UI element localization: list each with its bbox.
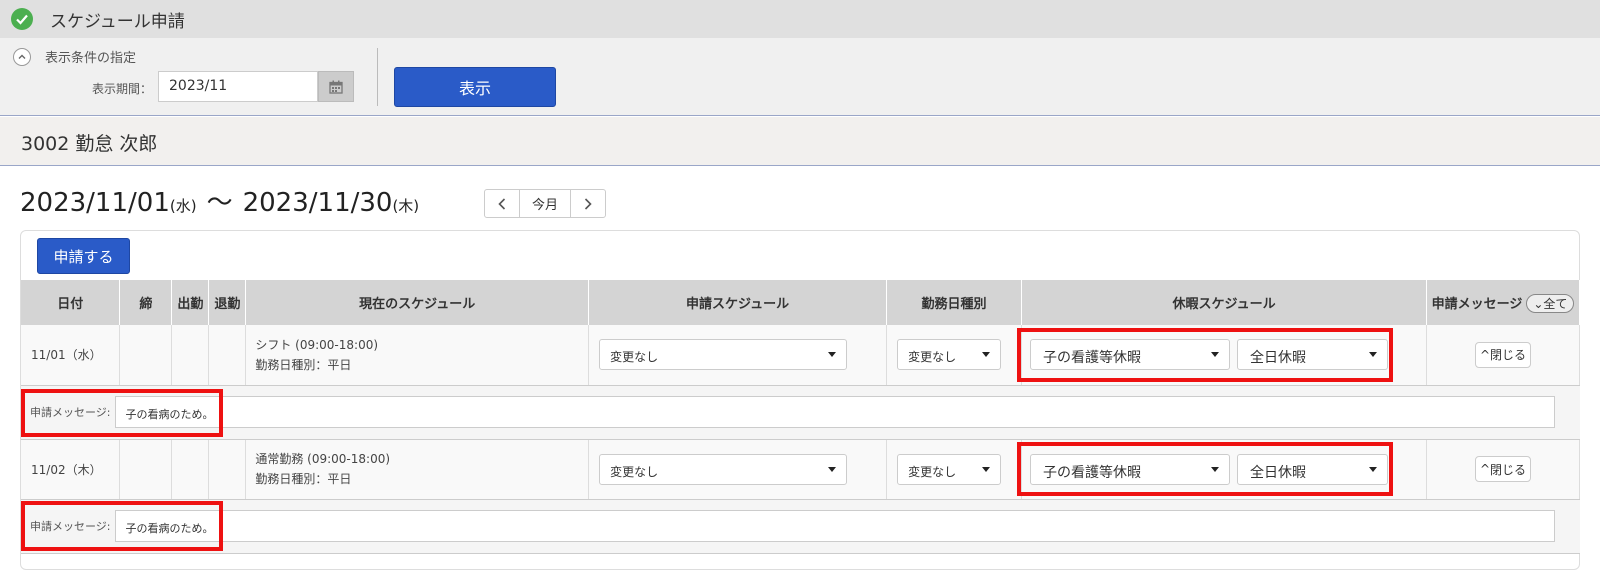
daytype-value: 変更なし: [908, 350, 957, 365]
highlight-box: [21, 501, 223, 551]
range-end: 2023/11/30: [242, 188, 393, 218]
calendar-button[interactable]: [318, 71, 354, 102]
chevron-up-icon: ^: [1479, 347, 1491, 362]
close-message-button[interactable]: ^ 閉じる: [1475, 341, 1531, 368]
col-in: 出勤: [171, 280, 210, 325]
close-message-button[interactable]: ^ 閉じる: [1475, 456, 1531, 482]
current-month-button[interactable]: 今月: [519, 190, 571, 217]
requested-schedule-select[interactable]: 変更なし: [599, 339, 848, 371]
current-daytype: 勤務日種別：平日: [255, 357, 352, 372]
check-circle-icon: [11, 8, 33, 30]
highlight-box: [21, 389, 223, 437]
show-button[interactable]: 表示: [394, 67, 556, 107]
message-row-cell: 申請メッセージ: 子の看病のため。: [21, 499, 1580, 554]
message-input[interactable]: 子の看病のため。: [114, 396, 1555, 428]
chevron-up-icon: ^: [1479, 462, 1491, 476]
message-row: 申請メッセージ: 子の看病のため。: [21, 499, 1580, 554]
requested-cell: 変更なし: [588, 439, 888, 500]
col-date: 日付: [21, 280, 121, 325]
requested-schedule-select[interactable]: 変更なし: [599, 453, 848, 485]
row-close: [119, 439, 173, 500]
message-cell: ^ 閉じる: [1426, 325, 1580, 386]
message-row: 申請メッセージ: 子の看病のため。: [21, 385, 1580, 440]
month-nav: 今月: [484, 189, 606, 218]
range-start: 2023/11/01: [20, 188, 170, 218]
highlight-box: [1017, 442, 1393, 496]
row-date: 11/01（水）: [21, 325, 121, 386]
prev-month-button[interactable]: [485, 190, 519, 217]
message-cell: ^ 閉じる: [1426, 439, 1580, 500]
filter-section-label[interactable]: 表示条件の指定: [45, 47, 136, 66]
row-out: [208, 439, 247, 500]
highlight-box: [1017, 328, 1393, 382]
schedule-table: 日付 締 出勤 退勤 現在のスケジュール 申請スケジュール 勤務日種別 休暇スケ…: [21, 280, 1580, 554]
title-bar: スケジュール申請: [0, 0, 1600, 38]
daytype-cell: 変更なし: [886, 325, 1023, 386]
apply-button[interactable]: 申請する: [37, 238, 130, 274]
requested-schedule-value: 変更なし: [610, 464, 659, 479]
chevron-up-icon[interactable]: [13, 48, 31, 66]
chevron-left-icon: [498, 197, 506, 210]
caret-down-icon: [828, 466, 837, 472]
current-shift: 通常勤務 (09:00-18:00): [255, 452, 391, 466]
close-message-label: 閉じる: [1490, 462, 1527, 477]
range-tilde: ～: [206, 188, 233, 218]
divider: [377, 48, 378, 106]
row-current-schedule: 通常勤務 (09:00-18:00) 勤務日種別：平日: [245, 439, 590, 500]
col-close: 締: [119, 280, 173, 325]
daytype-cell: 変更なし: [886, 439, 1023, 500]
daytype-select[interactable]: 変更なし: [897, 453, 1002, 485]
row-out: [208, 325, 247, 386]
message-row-cell: 申請メッセージ: 子の看病のため。: [21, 385, 1580, 440]
daytype-value: 変更なし: [908, 464, 957, 479]
filter-panel: 表示条件の指定 表示期間： 2023/11 表示: [0, 38, 1600, 116]
row-in: [171, 325, 210, 386]
caret-down-icon: [982, 352, 991, 358]
caret-down-icon: [982, 466, 991, 472]
col-daytype: 勤務日種別: [886, 280, 1023, 325]
message-wrap: 申請メッセージ: 子の看病のため。: [21, 510, 1580, 542]
message-input[interactable]: 子の看病のため。: [114, 510, 1555, 542]
expand-all-button[interactable]: ⌄全て: [1526, 293, 1575, 313]
caret-down-icon: [828, 352, 837, 358]
date-range: 2023/11/01 (水) ～ 2023/11/30 (木): [20, 182, 429, 219]
requested-schedule-value: 変更なし: [610, 350, 659, 365]
row-in: [171, 439, 210, 500]
page-title: スケジュール申請: [50, 11, 185, 32]
current-shift: シフト (09:00-18:00): [255, 337, 379, 352]
row-current-schedule: シフト (09:00-18:00) 勤務日種別：平日: [245, 325, 590, 386]
row-close: [119, 325, 173, 386]
period-input[interactable]: 2023/11: [158, 71, 318, 102]
message-wrap: 申請メッセージ: 子の看病のため。: [21, 396, 1580, 428]
current-daytype: 勤務日種別：平日: [255, 472, 352, 486]
col-current: 現在のスケジュール: [245, 280, 590, 325]
col-out: 退勤: [208, 280, 247, 325]
close-message-label: 閉じる: [1490, 348, 1527, 363]
row-date: 11/02（木）: [21, 439, 121, 500]
expand-all-label: 全て: [1543, 296, 1568, 311]
period-label: 表示期間：: [92, 82, 153, 96]
range-start-dow: (水): [169, 197, 197, 215]
col-message: 申請メッセージ ⌄全て: [1426, 280, 1580, 325]
calendar-icon: [329, 80, 343, 94]
daytype-select[interactable]: 変更なし: [897, 339, 1002, 371]
col-message-label: 申請メッセージ: [1431, 296, 1523, 312]
range-end-dow: (木): [392, 197, 420, 215]
employee-header: 3002 勤怠 次郎: [0, 117, 1600, 166]
col-requested: 申請スケジュール: [588, 280, 888, 325]
requested-cell: 変更なし: [588, 325, 888, 386]
col-leave: 休暇スケジュール: [1021, 280, 1428, 325]
chevron-right-icon: [584, 197, 592, 210]
next-month-button[interactable]: [571, 190, 605, 217]
chevron-down-icon: ⌄: [1533, 296, 1544, 311]
